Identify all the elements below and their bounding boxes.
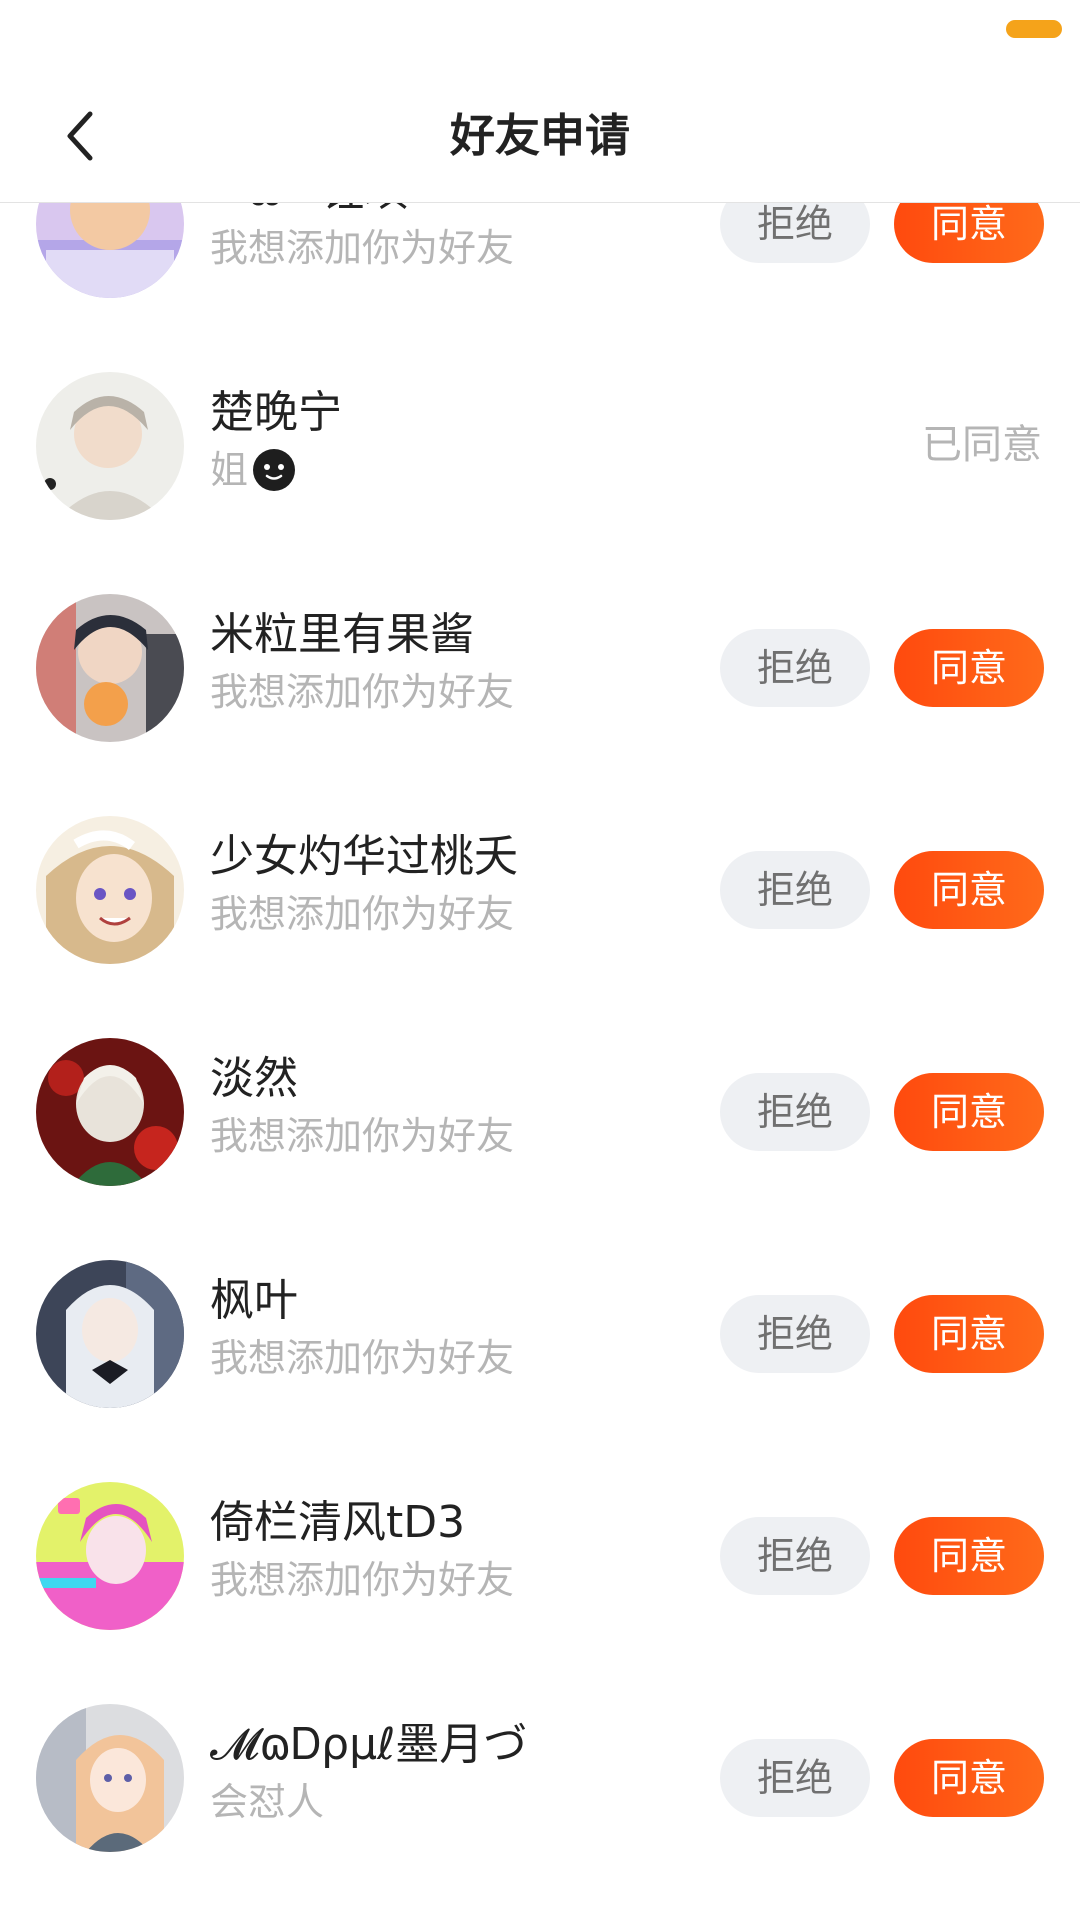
avatar[interactable] [36, 372, 184, 520]
request-name: 楚晚宁 [210, 387, 342, 438]
list-item: 倚栏清风tD3 我想添加你为好友 拒绝 同意 [0, 1445, 1080, 1667]
status-bar [0, 0, 1080, 70]
top-nav-bar: 好友申请 [0, 70, 1080, 203]
accept-button[interactable]: 同意 [894, 851, 1044, 929]
accept-button[interactable]: 同意 [894, 1739, 1044, 1817]
reject-button[interactable]: 拒绝 [720, 851, 870, 929]
request-message: 我想添加你为好友 [210, 670, 515, 714]
list-item: ^ω^锂瑱 我想添加你为好友 拒绝 同意 [0, 203, 1080, 335]
request-message: 我想添加你为好友 [210, 1114, 515, 1158]
accept-button[interactable]: 同意 [894, 203, 1044, 263]
request-name: 枫叶 [210, 1275, 298, 1326]
avatar[interactable] [36, 1260, 184, 1408]
request-message: 我想添加你为好友 [210, 892, 515, 936]
avatar[interactable] [36, 816, 184, 964]
request-message: 我想添加你为好友 [210, 226, 515, 270]
list-item: 少女灼华过桃夭 我想添加你为好友 拒绝 同意 [0, 779, 1080, 1001]
page-title: 好友申请 [449, 109, 630, 162]
request-name: 淡然 [210, 1053, 298, 1104]
reject-button[interactable]: 拒绝 [720, 1295, 870, 1373]
list-item: 楚晚宁 姐 已同意 [0, 335, 1080, 557]
reject-button[interactable]: 拒绝 [720, 629, 870, 707]
face-emoji-icon [253, 449, 296, 491]
avatar[interactable] [36, 1038, 184, 1186]
avatar[interactable] [36, 1704, 184, 1852]
reject-button[interactable]: 拒绝 [720, 1517, 870, 1595]
request-message: 我想添加你为好友 [210, 1558, 515, 1602]
request-name: 倚栏清风tD3 [210, 1497, 466, 1548]
list-item: 米粒里有果酱 我想添加你为好友 拒绝 同意 [0, 557, 1080, 779]
request-name: 𝓜ɷᎠρμℓ墨月づ [210, 1719, 528, 1770]
accept-button[interactable]: 同意 [894, 1295, 1044, 1373]
reject-button[interactable]: 拒绝 [720, 203, 870, 263]
list-item: 枫叶 我想添加你为好友 拒绝 同意 [0, 1223, 1080, 1445]
accept-button[interactable]: 同意 [894, 629, 1044, 707]
avatar[interactable] [36, 203, 184, 298]
request-name: 少女灼华过桃夭 [210, 831, 518, 882]
accept-button[interactable]: 同意 [894, 1073, 1044, 1151]
list-item: 𝓜ɷᎠρμℓ墨月づ 会怼人 拒绝 同意 [0, 1667, 1080, 1889]
friend-request-list[interactable]: ^ω^锂瑱 我想添加你为好友 拒绝 同意 楚晚宁 姐 [0, 203, 1080, 1920]
request-message: 会怼人 [210, 1780, 325, 1824]
battery-icon [1006, 20, 1062, 38]
accept-button[interactable]: 同意 [894, 1517, 1044, 1595]
request-name: 米粒里有果酱 [210, 609, 474, 660]
list-item: 淡然 我想添加你为好友 拒绝 同意 [0, 1001, 1080, 1223]
reject-button[interactable]: 拒绝 [720, 1739, 870, 1817]
reject-button[interactable]: 拒绝 [720, 1073, 870, 1151]
request-name: ^ω^锂瑱 [210, 203, 409, 219]
avatar[interactable] [36, 594, 184, 742]
request-message: 姐 [210, 445, 296, 495]
request-message-text: 姐 [210, 448, 249, 492]
avatar[interactable] [36, 1482, 184, 1630]
request-message: 我想添加你为好友 [210, 1336, 515, 1380]
accepted-status: 已同意 [922, 422, 1042, 468]
